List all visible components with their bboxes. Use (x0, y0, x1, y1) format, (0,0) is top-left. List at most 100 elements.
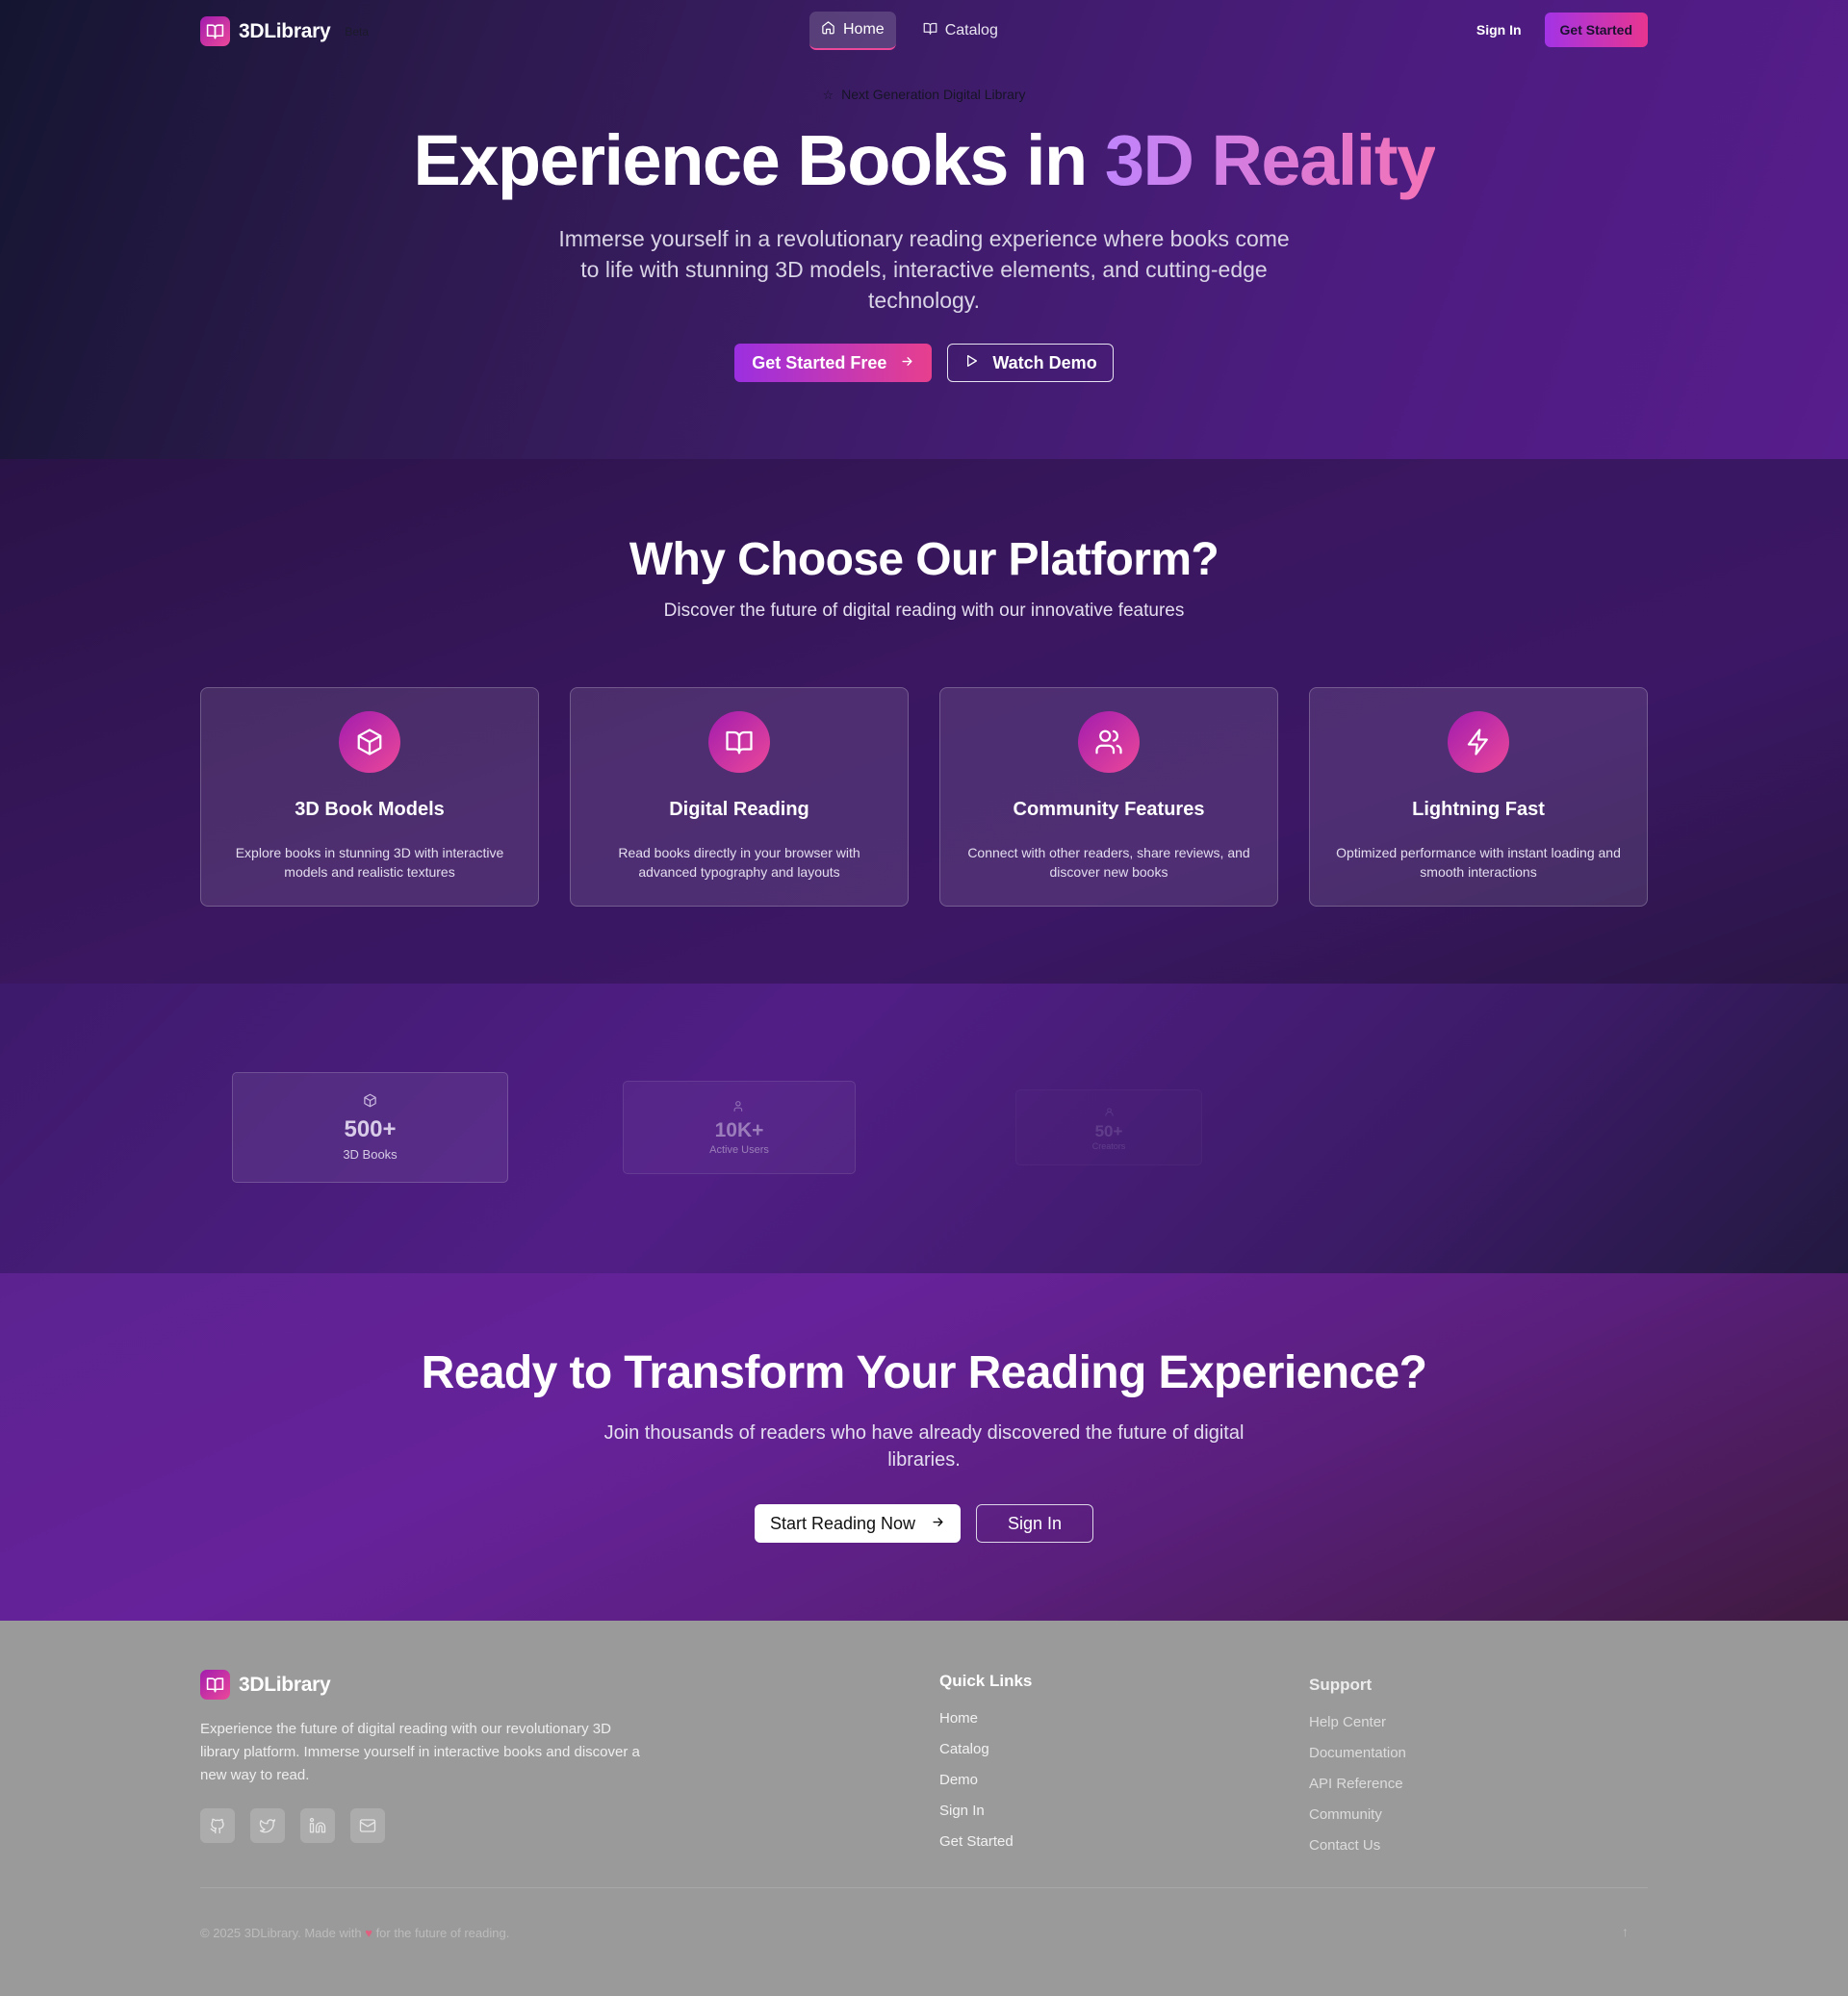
footer-link-documentation[interactable]: Documentation (1309, 1744, 1406, 1763)
hero-eyebrow: ☆ Next Generation Digital Library (0, 87, 1848, 103)
beta-badge: Beta (345, 24, 370, 38)
watch-demo-button[interactable]: Watch Demo (947, 344, 1114, 382)
stat-label: 3D Books (343, 1147, 398, 1162)
star-icon: ☆ (822, 88, 834, 102)
feature-card-title: Community Features (1013, 799, 1205, 820)
stat-label: Creators (1091, 1140, 1126, 1151)
hero-title-plain: Experience Books in (413, 120, 1105, 200)
copyright: © 2025 3DLibrary. Made with ♥ for the fu… (200, 1926, 509, 1940)
hero-section: 3DLibrary Beta Home Catalog Sign In Get … (0, 0, 1848, 459)
github-icon[interactable] (200, 1808, 235, 1843)
feature-card-title: Lightning Fast (1412, 799, 1545, 820)
features-section: Why Choose Our Platform? Discover the fu… (0, 459, 1848, 984)
feature-card-desc: Connect with other readers, share review… (967, 845, 1250, 880)
support-title: Support (1309, 1676, 1373, 1694)
book-logo-icon (200, 16, 230, 46)
hero-title-accent: 3D Reality (1104, 120, 1436, 200)
cta-section: Ready to Transform Your Reading Experien… (0, 1273, 1848, 1621)
copyright-text-end: for the future of reading. (375, 1926, 510, 1940)
quick-links-column: Quick Links Home Catalog Demo Sign In Ge… (939, 1672, 1032, 1863)
brand-name: 3DLibrary (239, 19, 331, 42)
hero-title: Experience Books in 3D Reality (0, 119, 1848, 201)
stat-label: Active Users (709, 1143, 769, 1156)
cta-buttons: Start Reading Now Sign In (0, 1504, 1848, 1543)
stat-value: 10K+ (714, 1118, 764, 1141)
book-open-icon (708, 711, 770, 773)
stat-value: 50+ (1094, 1121, 1123, 1140)
hero-subtitle: Immerse yourself in a revolutionary read… (558, 226, 1290, 313)
get-started-button[interactable]: Get Started (1544, 13, 1648, 47)
footer-brand-name: 3DLibrary (239, 1673, 331, 1696)
stats-section: 500+ 3D Books 10K+ Active Users 50+ Crea… (0, 984, 1848, 1273)
support-column: Support Help Center Documentation API Re… (1309, 1676, 1406, 1867)
get-started-free-button[interactable]: Get Started Free (734, 344, 933, 382)
footer-brand[interactable]: 3DLibrary (200, 1670, 331, 1700)
nav-home[interactable]: Home (809, 12, 896, 50)
feature-card-3d-models: 3D Book Models Explore books in stunning… (200, 687, 539, 907)
feature-card-desc: Explore books in stunning 3D with intera… (235, 845, 504, 880)
footer-link-demo[interactable]: Demo (939, 1771, 1032, 1790)
arrow-right-icon (931, 1514, 945, 1534)
footer-divider (200, 1887, 1648, 1888)
quick-links-title: Quick Links (939, 1672, 1033, 1690)
footer-link-contact-us[interactable]: Contact Us (1309, 1836, 1406, 1855)
start-reading-label: Start Reading Now (769, 1513, 916, 1533)
sign-in-button[interactable]: Sign In (1463, 13, 1535, 47)
feature-card-title: 3D Book Models (295, 799, 445, 820)
cta-sign-in-button[interactable]: Sign In (976, 1504, 1094, 1543)
cta-title: Ready to Transform Your Reading Experien… (421, 1347, 1427, 1398)
book-logo-icon (200, 1670, 230, 1700)
twitter-icon[interactable] (250, 1808, 285, 1843)
lightning-icon (1448, 711, 1509, 773)
feature-card-desc: Optimized performance with instant loadi… (1336, 845, 1621, 880)
nav-catalog-label: Catalog (944, 22, 998, 38)
footer: 3DLibrary Experience the future of digit… (0, 1621, 1848, 1996)
footer-link-catalog[interactable]: Catalog (939, 1740, 1032, 1759)
main-nav: Home Catalog (809, 12, 1010, 50)
nav-actions: Sign In Get Started (1463, 13, 1648, 47)
nav-home-label: Home (843, 21, 885, 38)
arrow-up-icon[interactable]: ↑ (1622, 1924, 1629, 1939)
social-links (200, 1808, 385, 1843)
feature-card-desc: Read books directly in your browser with… (618, 845, 860, 880)
feature-card-title: Digital Reading (669, 799, 809, 820)
copyright-text-start: © 2025 3DLibrary. Made with (200, 1926, 362, 1940)
play-icon (963, 353, 979, 373)
footer-link-home[interactable]: Home (939, 1709, 1032, 1728)
start-reading-button[interactable]: Start Reading Now (754, 1504, 962, 1543)
brand-logo[interactable]: 3DLibrary Beta (200, 16, 369, 46)
users-icon (1078, 711, 1140, 773)
footer-link-get-started[interactable]: Get Started (939, 1832, 1032, 1852)
hero-eyebrow-text: Next Generation Digital Library (841, 87, 1026, 102)
stat-books: 500+ 3D Books (232, 1072, 508, 1183)
hero-buttons: Get Started Free Watch Demo (0, 344, 1848, 382)
users-icon (733, 1100, 746, 1117)
arrow-right-icon (900, 353, 914, 373)
cube-icon (363, 1093, 377, 1113)
footer-link-api-reference[interactable]: API Reference (1309, 1775, 1406, 1794)
get-started-free-label: Get Started Free (752, 352, 887, 372)
footer-description: Experience the future of digital reading… (200, 1721, 640, 1783)
cta-subtitle: Join thousands of readers who have alrea… (603, 1422, 1245, 1471)
stat-users: 10K+ Active Users (623, 1081, 856, 1174)
linkedin-icon[interactable] (300, 1808, 335, 1843)
footer-link-sign-in[interactable]: Sign In (939, 1802, 1032, 1821)
top-navbar: 3DLibrary Beta Home Catalog Sign In Get … (0, 0, 1848, 62)
feature-card-lightning: Lightning Fast Optimized performance wit… (1309, 687, 1648, 907)
feature-card-community: Community Features Connect with other re… (939, 687, 1278, 907)
watch-demo-label: Watch Demo (992, 352, 1097, 372)
cube-icon (339, 711, 400, 773)
mail-icon[interactable] (350, 1808, 385, 1843)
footer-link-community[interactable]: Community (1309, 1805, 1406, 1825)
heart-icon: ♥ (365, 1926, 372, 1940)
footer-link-help-center[interactable]: Help Center (1309, 1713, 1406, 1732)
user-icon (1104, 1105, 1115, 1122)
nav-catalog[interactable]: Catalog (911, 12, 1010, 50)
feature-cards: 3D Book Models Explore books in stunning… (200, 687, 1648, 907)
stat-creators: 50+ Creators (1015, 1089, 1202, 1165)
home-icon (821, 20, 835, 39)
features-title: Why Choose Our Platform? (629, 534, 1219, 585)
feature-card-digital-reading: Digital Reading Read books directly in y… (570, 687, 909, 907)
book-icon (923, 21, 937, 40)
stat-value: 500+ (344, 1116, 397, 1142)
